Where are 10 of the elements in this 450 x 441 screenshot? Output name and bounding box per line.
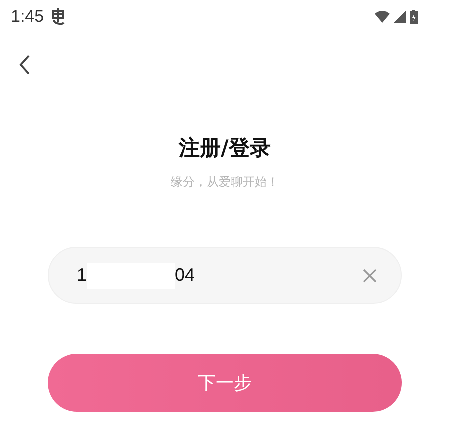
status-time: 1:45 <box>11 7 44 27</box>
wifi-icon <box>375 11 390 23</box>
page-subtitle: 缘分，从爱聊开始！ <box>171 174 279 191</box>
notification-icon <box>50 8 66 26</box>
phone-field[interactable]: 1 04 <box>48 247 402 304</box>
battery-icon <box>410 10 418 24</box>
page-title: 注册/登录 <box>179 135 271 162</box>
back-icon[interactable] <box>18 54 32 76</box>
signal-icon <box>394 11 406 23</box>
clear-icon[interactable] <box>363 268 377 282</box>
